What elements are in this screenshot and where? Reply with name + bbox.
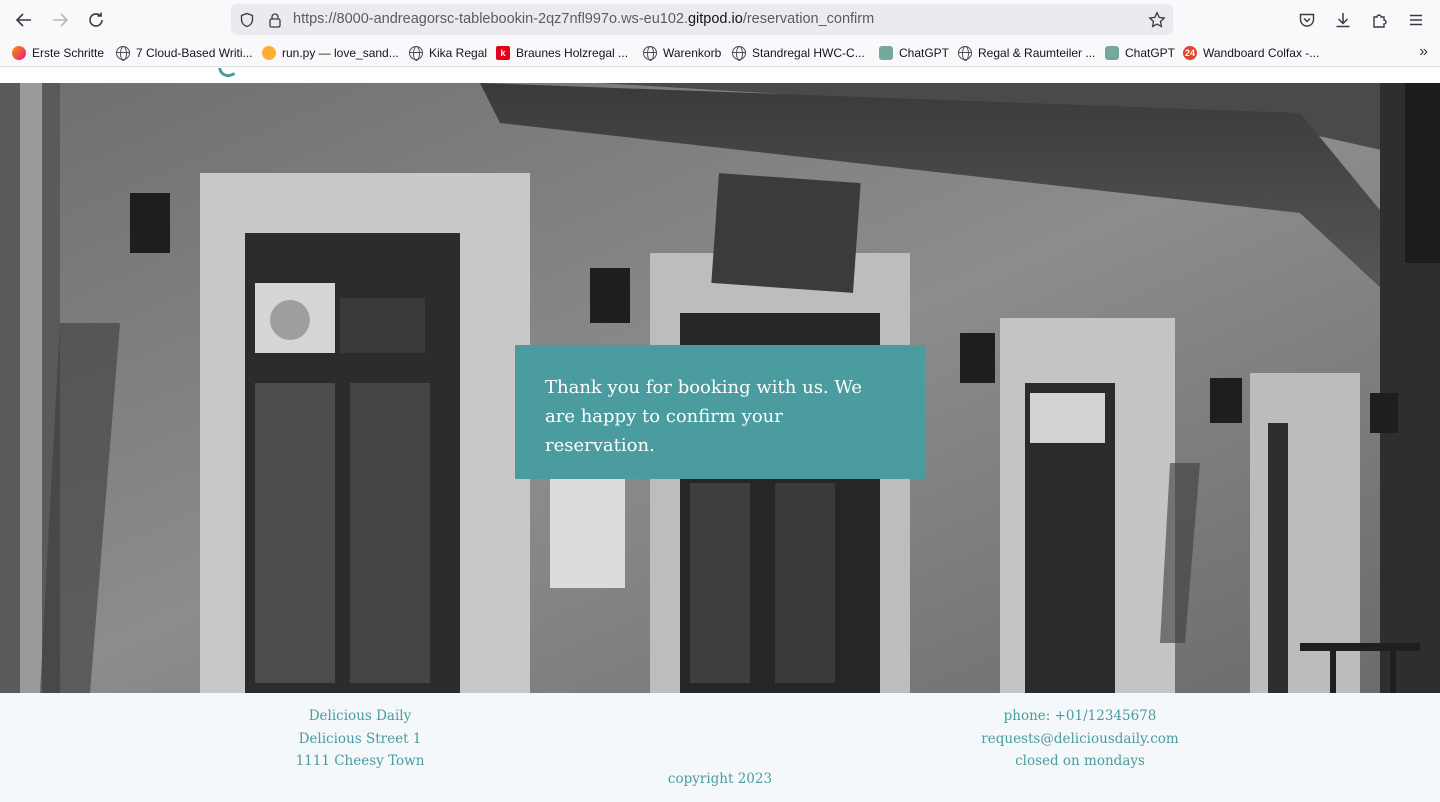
menu-button[interactable] bbox=[1404, 8, 1428, 32]
pocket-button[interactable] bbox=[1295, 8, 1319, 32]
globe-icon bbox=[958, 46, 972, 61]
footer-business-name: Delicious Daily bbox=[308, 708, 412, 724]
bookmark-item[interactable]: ChatGPT bbox=[879, 44, 949, 62]
site-header bbox=[0, 68, 1440, 83]
bookmark-label: Braunes Holzregal ... bbox=[516, 46, 629, 60]
star-icon[interactable] bbox=[1147, 10, 1167, 30]
footer-street: Delicious Street 1 bbox=[298, 730, 422, 747]
bookmark-label: run.py — love_sand... bbox=[282, 46, 399, 60]
bookmark-label: Standregal HWC-C... bbox=[752, 46, 865, 60]
browser-toolbar: https://8000-andreagorsc-tablebookin-2qz… bbox=[0, 0, 1440, 40]
bookmark-item[interactable]: Kika Regal bbox=[409, 44, 487, 62]
hamburger-icon bbox=[1410, 14, 1422, 26]
bookmark-label: Kika Regal bbox=[429, 46, 488, 60]
confirmation-panel: Thank you for booking with us. We are ha… bbox=[515, 345, 925, 479]
footer-hours: closed on mondays bbox=[1015, 753, 1145, 769]
bookmark-label: ChatGPT bbox=[899, 46, 950, 60]
downloads-button[interactable] bbox=[1331, 8, 1355, 32]
kleinanzeigen-icon: k bbox=[496, 46, 510, 60]
logo-fragment[interactable] bbox=[216, 68, 236, 80]
globe-icon bbox=[116, 46, 130, 61]
globe-icon bbox=[409, 46, 423, 61]
download-icon bbox=[1336, 13, 1350, 28]
bookmark-item[interactable]: run.py — love_sand... bbox=[262, 44, 399, 62]
lock-icon[interactable] bbox=[265, 10, 285, 30]
footer-email[interactable]: requests@deliciousdaily.com bbox=[960, 728, 1200, 751]
address-bar[interactable]: https://8000-andreagorsc-tablebookin-2qz… bbox=[231, 4, 1173, 35]
reload-icon bbox=[89, 12, 103, 27]
bookmark-label: Warenkorb bbox=[663, 46, 722, 60]
bookmark-item[interactable]: Erste Schritte bbox=[12, 44, 104, 62]
bookmark-item[interactable]: Standregal HWC-C... bbox=[732, 44, 865, 62]
chevron-double-right-icon[interactable]: » bbox=[1419, 43, 1428, 61]
footer-phone[interactable]: phone: +01/12345678 bbox=[960, 705, 1200, 728]
url-text[interactable]: https://8000-andreagorsc-tablebookin-2qz… bbox=[293, 11, 874, 27]
url-host: gitpod.io bbox=[687, 11, 743, 27]
shield-icon[interactable] bbox=[237, 10, 257, 30]
chatgpt-icon bbox=[879, 46, 893, 60]
bookmark-label: Regal & Raumteiler ... bbox=[978, 46, 1096, 60]
bookmark-label: Erste Schritte bbox=[32, 46, 105, 60]
site-footer: Delicious Daily Delicious Street 1 1111 … bbox=[0, 693, 1440, 802]
footer-copyright: copyright 2023 bbox=[667, 771, 773, 787]
pocket-icon bbox=[1299, 13, 1315, 27]
gitpod-icon bbox=[262, 46, 276, 60]
url-prefix: https://8000-andreagorsc-tablebookin-2qz… bbox=[293, 11, 688, 27]
arrow-left-icon bbox=[15, 13, 31, 27]
globe-icon bbox=[643, 46, 657, 61]
footer-town: 1111 Cheesy Town bbox=[295, 753, 425, 769]
extensions-button[interactable] bbox=[1368, 8, 1392, 32]
bookmark-item[interactable]: 24 Wandboard Colfax -... bbox=[1183, 44, 1319, 62]
back-button[interactable] bbox=[12, 8, 36, 32]
url-path: /reservation_confirm bbox=[742, 11, 875, 27]
bookmarks-bar: Erste Schritte 7 Cloud-Based Writi... ru… bbox=[0, 40, 1440, 67]
footer-address: Delicious Daily Delicious Street 1 1111 … bbox=[280, 705, 440, 773]
arrow-right-icon bbox=[53, 13, 69, 27]
globe-icon bbox=[732, 46, 746, 61]
bookmark-item[interactable]: 7 Cloud-Based Writi... bbox=[116, 44, 253, 62]
bookmark-label: Wandboard Colfax -... bbox=[1203, 46, 1320, 60]
bookmark-item[interactable]: k Braunes Holzregal ... bbox=[496, 44, 628, 62]
forward-button[interactable] bbox=[48, 8, 72, 32]
chatgpt-icon bbox=[1105, 46, 1119, 60]
bookmark-label: 7 Cloud-Based Writi... bbox=[136, 46, 253, 60]
firefox-icon bbox=[12, 46, 26, 60]
confirmation-message: Thank you for booking with us. We are ha… bbox=[545, 377, 863, 456]
reload-button[interactable] bbox=[84, 8, 108, 32]
bookmark-item[interactable]: ChatGPT bbox=[1105, 44, 1175, 62]
shop24-icon: 24 bbox=[1183, 46, 1197, 60]
footer-contact: phone: +01/12345678 requests@deliciousda… bbox=[960, 705, 1200, 773]
bookmark-item[interactable]: Warenkorb bbox=[643, 44, 721, 62]
bookmark-label: ChatGPT bbox=[1125, 46, 1176, 60]
bookmark-item[interactable]: Regal & Raumteiler ... bbox=[958, 44, 1095, 62]
puzzle-icon bbox=[1373, 14, 1387, 28]
web-page: Thank you for booking with us. We are ha… bbox=[0, 68, 1440, 802]
